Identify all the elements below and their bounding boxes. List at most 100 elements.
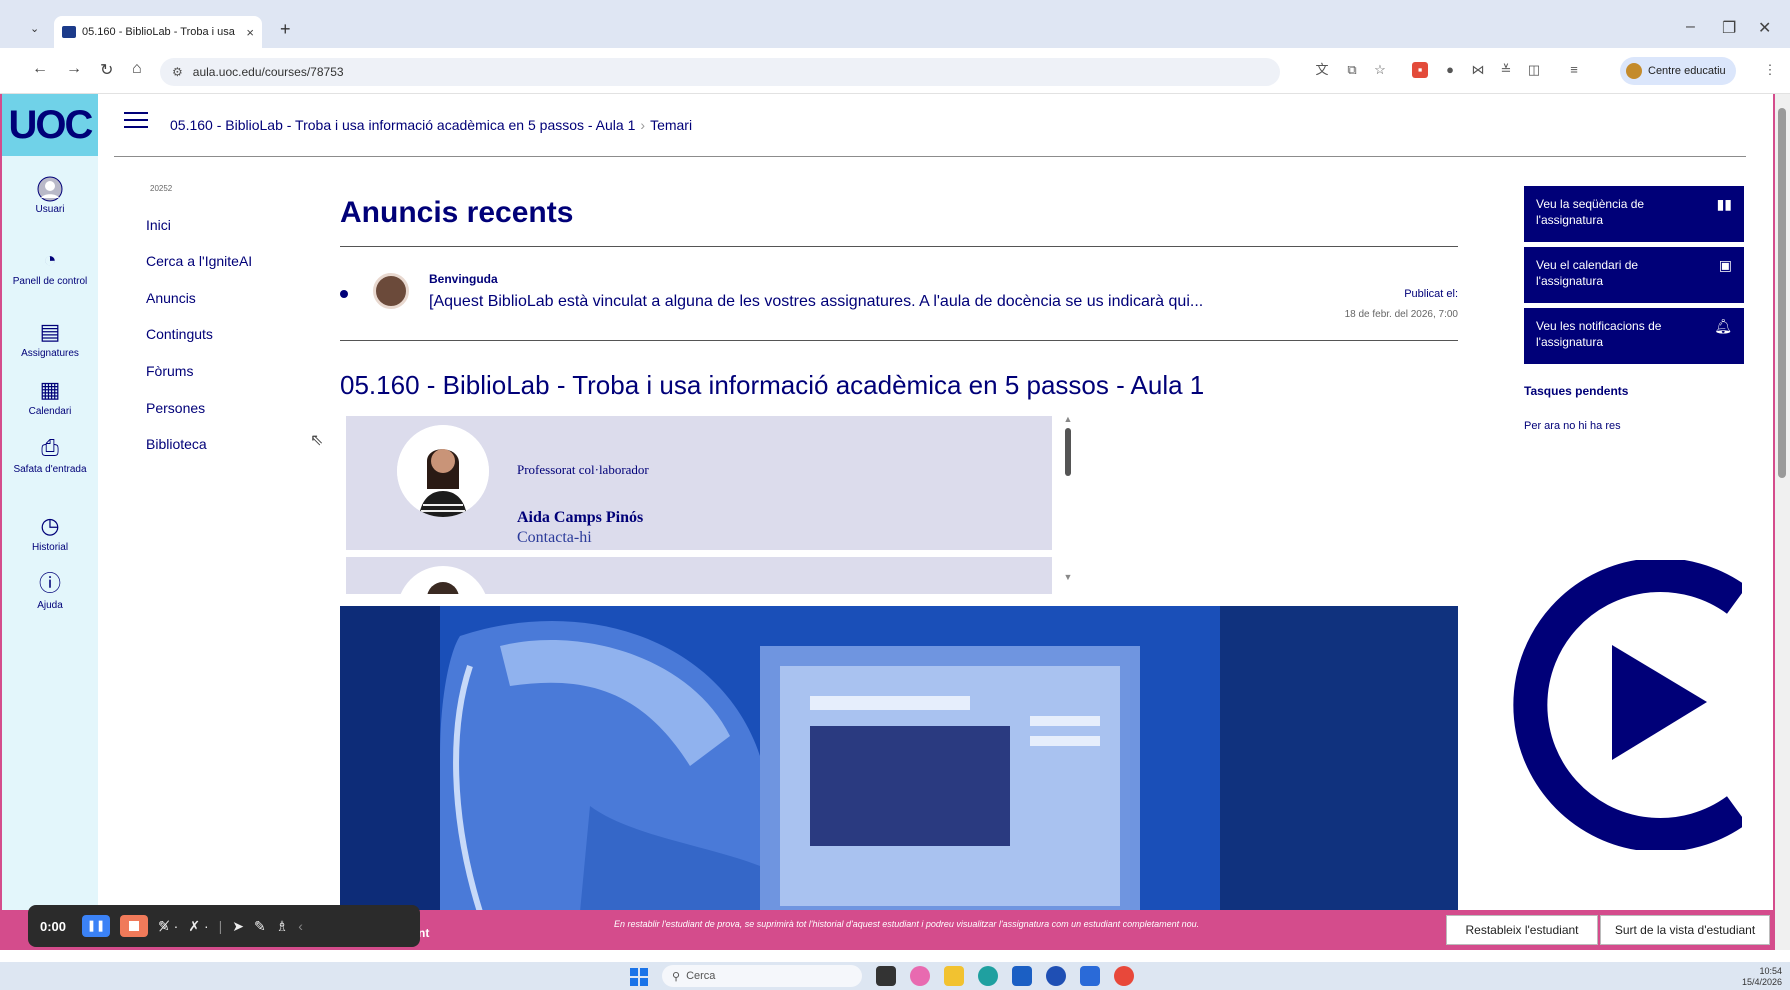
reset-student-button[interactable]: Restableix l'estudiant [1446,915,1598,945]
uoc-logo[interactable]: UOC [2,94,98,156]
rail-item-panell[interactable]: ◔ Panell de control [2,248,98,288]
teacher-photo-next [397,566,489,594]
tab-search-button[interactable]: ⌄ [30,22,39,35]
inbox-icon: ⎙ [41,435,59,460]
profile-avatar [1626,63,1642,79]
copilot-icon[interactable] [910,966,930,986]
clock-date: 15/4/2026 [1741,977,1782,987]
tab-title: 05.160 - BiblioLab - Troba i usa [82,26,235,38]
eraser-icon[interactable]: ✎̸ · [158,918,178,935]
browser-tab-active[interactable]: 05.160 - BiblioLab - Troba i usa × [54,16,262,48]
rail-item-label: Assignatures [21,348,79,359]
rail-item-label: Calendari [28,406,72,417]
header-divider [114,156,1746,157]
extension-bar-icon[interactable]: ≚ [1498,62,1514,78]
course-menu-continguts[interactable]: Continguts [146,326,213,342]
pen-icon[interactable]: ✎ [254,918,266,935]
mute-mic-icon[interactable]: ✗ · [188,918,208,935]
edge-icon[interactable] [978,966,998,986]
rail-item-usuari[interactable]: Usuari [2,176,98,216]
course-calendar-button[interactable]: Veu el calendari de l'assignatura ▣ [1524,247,1744,303]
browser-menu-icon[interactable]: ⋮ [1762,62,1778,78]
file-explorer-icon[interactable] [944,966,964,986]
rail-item-label: Historial [31,542,69,553]
taskbar-search[interactable]: ⚲ Cerca [662,965,862,987]
restore-button[interactable]: ❐ [1722,18,1736,38]
exit-student-view-button[interactable]: Surt de la vista d'estudiant [1600,915,1770,945]
play-logo-icon [1462,558,1747,852]
extension-circle-icon[interactable]: ● [1442,62,1458,78]
course-menu-anuncis[interactable]: Anuncis [146,290,196,306]
calendar-icon: ▦ [39,377,61,402]
site-info-icon[interactable]: ⚙ [172,65,183,79]
teacher-widget-scrollbar[interactable]: ▲ ▼ [1060,414,1076,594]
rail-item-label: Usuari [35,204,65,215]
chrome-icon[interactable] [1114,966,1134,986]
course-sequence-button[interactable]: Veu la seqüència de l'assignatura ▮▮ [1524,186,1744,242]
course-menu-cerca[interactable]: Cerca a l'IgniteAI [146,253,252,269]
minimize-button[interactable]: – [1686,18,1695,36]
home-icon[interactable]: ⌂ [132,60,142,78]
pending-tasks-empty: Per ara no hi ha res [1524,420,1621,432]
scrollbar-thumb[interactable] [1065,428,1071,476]
pointer-icon[interactable]: ➤ [232,918,244,935]
course-menu-biblioteca[interactable]: Biblioteca [146,436,207,452]
rail-item-historial[interactable]: ◷ Historial [2,514,98,554]
calendar-icon: ▣ [1718,257,1732,273]
announcement-heading[interactable]: Benvinguda [429,272,498,286]
course-notifications-button[interactable]: Veu les notificacions de l'assignatura 🔔… [1524,308,1744,364]
collapse-icon[interactable]: ‹ [298,918,303,934]
course-title: 05.160 - BiblioLab - Troba i usa informa… [340,370,1205,400]
extension-icon[interactable]: ⋈ [1470,62,1486,78]
announcement-excerpt[interactable]: [Aquest BiblioLab està vinculat a alguna… [429,293,1203,311]
tab-close-icon[interactable]: × [246,25,254,40]
course-sequence-label: Veu la seqüència de l'assignatura [1536,197,1645,227]
close-window-button[interactable]: ✕ [1758,18,1771,38]
store-icon[interactable] [1012,966,1032,986]
breadcrumb-course-link[interactable]: 05.160 - BiblioLab - Troba i usa informa… [170,117,635,133]
screen-recorder-toolbar: 0:00 ❚❚ ✎̸ · ✗ · | ➤ ✎ ♗ ‹ [28,905,420,947]
breadcrumb: 05.160 - BiblioLab - Troba i usa informa… [170,117,692,133]
course-menu-inici[interactable]: Inici [146,217,171,233]
stop-icon[interactable] [120,915,149,937]
pause-icon[interactable]: ❚❚ [82,915,111,937]
course-menu-persones[interactable]: Persones [146,400,205,416]
extensions-puzzle-icon[interactable]: ◫ [1526,62,1542,78]
rail-item-calendari[interactable]: ▦ Calendari [2,378,98,418]
address-bar[interactable]: ⚙ aula.uoc.edu/courses/78753 [160,58,1280,86]
scroll-up-icon[interactable]: ▲ [1060,414,1076,424]
task-view-icon[interactable] [876,966,896,986]
clock-time: 10:54 [1759,966,1782,976]
rail-item-ajuda[interactable]: ⓘ Ajuda [2,572,98,612]
hamburger-menu-icon[interactable] [124,112,148,130]
contact-teacher-link[interactable]: Contacta-hi [517,529,592,547]
extension-red-icon[interactable]: ▪ [1412,62,1428,78]
reading-list-icon[interactable]: ≡ [1566,62,1582,78]
history-icon: ◷ [40,513,60,538]
bookmark-star-icon[interactable]: ☆ [1372,62,1388,78]
course-menu-forums[interactable]: Fòrums [146,363,193,379]
breadcrumb-separator: › [640,117,646,133]
taskbar-clock[interactable]: 10:54 15/4/2026 [1712,966,1782,988]
unread-dot [340,290,348,298]
breadcrumb-current[interactable]: Temari [650,117,692,133]
profile-button[interactable]: Centre educatiu [1620,57,1736,85]
page-scrollbar-thumb[interactable] [1778,108,1786,478]
rail-item-assignatures[interactable]: ▤ Assignatures [2,320,98,360]
toolbar-divider: | [218,918,223,934]
hp-icon[interactable] [1046,966,1066,986]
teacher-role: Professorat col·laborador [517,462,649,477]
reload-icon[interactable]: ↻ [100,60,113,80]
install-app-icon[interactable]: ⧉ [1344,62,1360,78]
course-hero-image [340,606,1458,912]
highlighter-icon[interactable]: ♗ [276,918,289,935]
teacher-photo [397,425,489,517]
new-tab-button[interactable]: + [280,19,291,40]
translate-icon[interactable]: 文 [1314,62,1330,78]
rail-item-safata[interactable]: ⎙ Safata d'entrada [2,436,98,476]
scroll-down-icon[interactable]: ▼ [1060,572,1076,582]
forward-arrow-icon[interactable]: → [66,60,82,78]
app-icon[interactable] [1080,966,1100,986]
back-arrow-icon[interactable]: ← [32,60,48,78]
windows-start-icon[interactable] [630,968,648,986]
